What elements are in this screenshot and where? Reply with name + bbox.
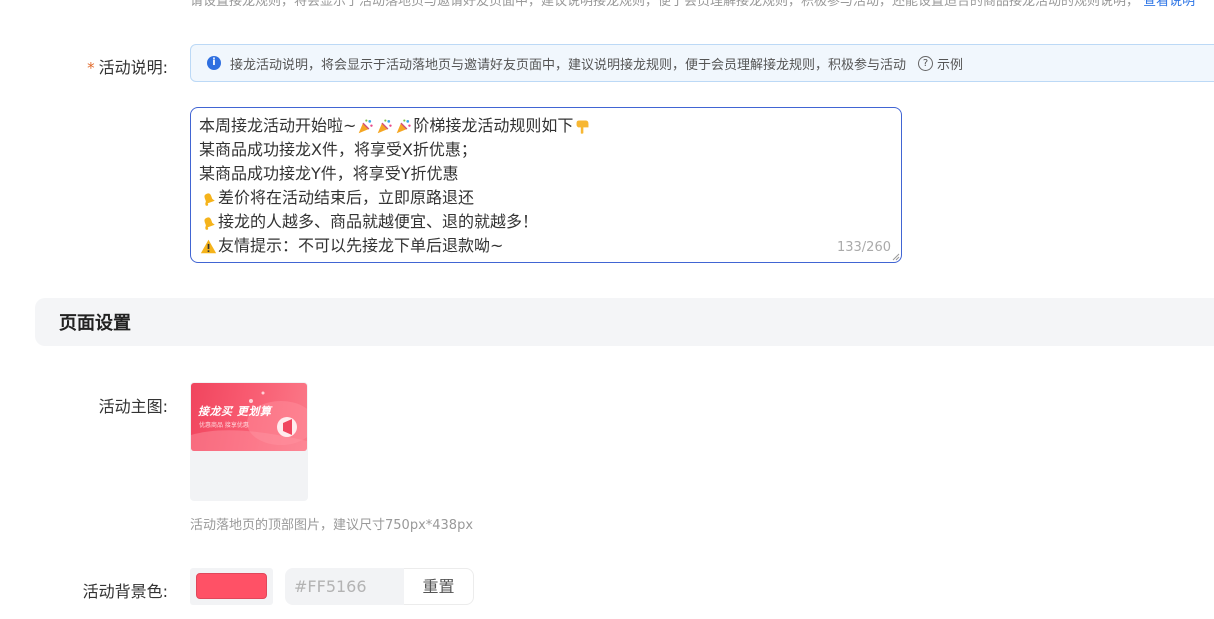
- line-text: 接龙的人越多、商品就越便宜、退的就越多！: [218, 212, 539, 231]
- info-icon: i: [207, 56, 221, 70]
- view-description-link[interactable]: 查看说明: [1143, 0, 1195, 8]
- resize-handle-icon[interactable]: [892, 253, 900, 261]
- required-mark: *: [87, 59, 95, 77]
- bell-icon: [204, 216, 215, 230]
- bell-icon: [204, 192, 215, 206]
- example-label: 示例: [937, 57, 964, 73]
- bg-color-label: 活动背景色:: [82, 582, 168, 601]
- line-text: 差价将在活动结束后，立即原路退还: [218, 188, 475, 207]
- textarea-line: 友情提示：不可以先接龙下单后退款呦~: [199, 234, 893, 258]
- textarea-line: 差价将在活动结束后，立即原路退还: [199, 186, 893, 210]
- previous-hint-text: 请设置接龙规则，将会显示于活动落地页与邀请好友页面中，建议说明接龙规则，便于会员…: [190, 0, 1140, 8]
- main-image-upload[interactable]: 接龙买 更划算 优惠商品 接享优惠: [190, 382, 308, 501]
- tip-text: 接龙活动说明，将会显示于活动落地页与邀请好友页面中，建议说明接龙规则，便于会员理…: [230, 57, 907, 73]
- main-image-thumbnail: 接龙买 更划算 优惠商品 接享优惠: [191, 383, 307, 451]
- color-hex-input[interactable]: #FF5166: [285, 568, 404, 605]
- description-tip: i 接龙活动说明，将会显示于活动落地页与邀请好友页面中，建议说明接龙规则，便于会…: [190, 44, 1214, 82]
- party-popper-icon: [359, 118, 374, 133]
- color-picker[interactable]: [190, 568, 273, 605]
- page-settings-section: 页面设置: [35, 298, 1214, 346]
- textarea-line: 某商品成功接龙X件，将享受X折优惠；: [199, 138, 893, 162]
- previous-field-hint: 请设置接龙规则，将会显示于活动落地页与邀请好友页面中，建议说明接龙规则，便于会员…: [190, 0, 1214, 8]
- color-swatch: [196, 573, 267, 599]
- party-popper-icon: [378, 118, 393, 133]
- section-title: 页面设置: [59, 313, 131, 334]
- line-text: 友情提示：不可以先接龙下单后退款呦~: [218, 236, 504, 255]
- char-counter: 133/260: [836, 240, 891, 255]
- reset-color-button[interactable]: 重置: [404, 568, 474, 605]
- line-text: 某商品成功接龙X件，将享受X折优惠；: [199, 140, 477, 159]
- pointing-down-icon: [576, 120, 589, 134]
- question-circle-icon: ?: [918, 55, 934, 71]
- textarea-line: 本周接龙活动开始啦~ 阶梯接龙活动规则如下: [199, 114, 893, 138]
- textarea-line: 接龙的人越多、商品就越便宜、退的就越多！: [199, 210, 893, 234]
- description-label-text: 活动说明:: [98, 58, 168, 77]
- description-textarea[interactable]: 本周接龙活动开始啦~ 阶梯接龙活动规则如下 某商品成功接龙X件，将享受X折优惠；…: [190, 107, 902, 263]
- description-label: * 活动说明:: [28, 54, 168, 78]
- warning-icon: [200, 239, 217, 253]
- party-popper-icon: [397, 118, 412, 133]
- line-text: 阶梯接龙活动规则如下: [413, 116, 574, 135]
- line-text: 本周接龙活动开始啦~: [199, 116, 357, 135]
- textarea-line: 某商品成功接龙Y件，将享受Y折优惠: [199, 162, 893, 186]
- line-text: 某商品成功接龙Y件，将享受Y折优惠: [199, 164, 459, 183]
- example-link[interactable]: ? 示例: [918, 54, 963, 73]
- banner-subtitle: 优惠商品 接享优惠: [199, 422, 249, 429]
- main-image-hint: 活动落地页的顶部图片，建议尺寸750px*438px: [190, 518, 474, 533]
- banner-title: 接龙买 更划算: [198, 405, 272, 418]
- main-image-label: 活动主图:: [98, 397, 168, 416]
